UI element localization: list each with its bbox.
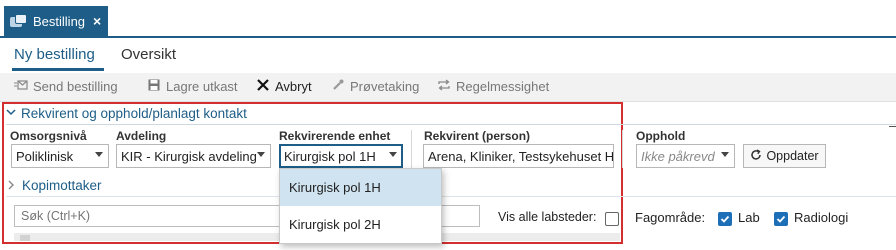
tab-bestilling-label: Bestilling [33,13,86,29]
refresh-icon [750,148,762,164]
omsorgsniva-select[interactable]: Poliklinisk [11,144,109,168]
cancel-button[interactable]: Avbryt [256,79,312,94]
vis-alle-labsteder-label: Vis alle labsteder: [498,210,597,224]
chevron-down-icon [257,152,265,157]
order-app-icon [10,14,28,28]
section-rekvirent-header[interactable]: Rekvirent og opphold/planlagt kontakt [6,106,247,121]
section-kopimottaker-header[interactable]: Kopimottaker [8,178,102,193]
pipette-icon [331,79,345,94]
chevron-right-icon [8,179,15,193]
section-kopimottaker-title: Kopimottaker [22,178,102,193]
send-order-icon [14,79,28,94]
vis-alle-labsteder-checkbox[interactable] [605,212,619,226]
rekvirent-person-label: Rekvirent (person) [424,129,531,143]
fagomrade-label: Fagområde: [635,210,706,225]
omsorgsniva-label: Omsorgsnivå [10,129,87,143]
opphold-placeholder: Ikke påkrevd [641,148,715,164]
opphold-select[interactable]: Ikke påkrevd [636,144,735,168]
repeat-icon [437,79,451,94]
field-separator [622,130,623,168]
tab-bestilling[interactable]: Bestilling × [4,6,108,36]
recurrence-label: Regelmessighet [456,79,550,94]
opphold-label: Opphold [636,129,686,143]
cancel-label: Avbryt [275,79,312,94]
avdeling-select[interactable]: KIR - Kirurgisk avdeling [116,144,271,168]
sample-button[interactable]: Prøvetaking [331,79,419,94]
omsorgsniva-value: Poliklinisk [16,148,74,164]
toolbar: Send bestilling Lagre utkast Avbryt Prøv… [0,73,896,102]
window-tab-bar: Bestilling × [0,0,896,38]
rekvirerende-enhet-value: Kirurgisk pol 1H [284,148,376,164]
section-rekvirent-title: Rekvirent og opphold/planlagt kontakt [21,106,247,121]
chevron-down-icon [721,152,729,157]
oppdater-button[interactable]: Oppdater [743,144,826,168]
rekvirent-person-value: Arena, Kliniker, Testsykehuset Hf [428,148,614,164]
edge-marker [889,126,896,127]
chevron-down-icon [389,152,397,157]
recurrence-button[interactable]: Regelmessighet [437,79,549,94]
radiologi-checkbox[interactable] [774,212,788,226]
section-divider [6,196,896,197]
rekvirerende-enhet-select[interactable]: Kirurgisk pol 1H [279,144,403,168]
rekvirent-person-field[interactable]: Arena, Kliniker, Testsykehuset Hf [423,144,614,168]
sub-navigation: Ny bestilling Oversikt [0,38,896,72]
subtab-oversikt[interactable]: Oversikt [121,46,176,63]
subtab-ny-bestilling[interactable]: Ny bestilling [14,46,95,63]
active-subtab-indicator [12,68,104,71]
lab-label: Lab [738,210,760,225]
rekvirerende-enhet-dropdown: Kirurgisk pol 1H Kirurgisk pol 2H [279,168,442,244]
sample-label: Prøvetaking [350,79,420,94]
avdeling-value: KIR - Kirurgisk avdeling [121,148,257,164]
close-icon [256,79,270,94]
chevron-down-icon [95,152,103,157]
dropdown-option[interactable]: Kirurgisk pol 1H [280,169,441,206]
send-order-button[interactable]: Send bestilling [14,79,118,94]
avdeling-label: Avdeling [116,129,167,143]
field-separator [411,130,412,168]
send-order-label: Send bestilling [33,79,118,94]
section-divider [6,124,896,125]
tab-close-icon[interactable]: × [93,14,101,28]
oppdater-label: Oppdater [766,149,819,163]
save-draft-button[interactable]: Lagre utkast [147,79,238,94]
chevron-down-icon [6,108,16,119]
radiologi-label: Radiologi [794,210,849,225]
dropdown-option[interactable]: Kirurgisk pol 2H [280,206,441,243]
rekvirerende-enhet-label: Rekvirerende enhet [279,129,391,143]
save-draft-label: Lagre utkast [166,79,238,94]
floppy-disk-icon [147,79,161,94]
lab-checkbox[interactable] [718,212,732,226]
